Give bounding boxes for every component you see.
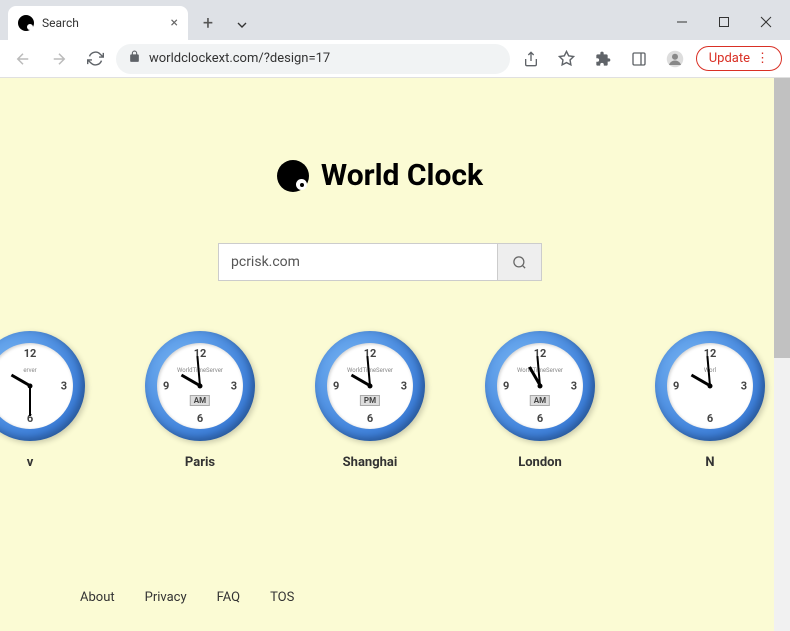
new-tab-button[interactable]: +	[194, 9, 222, 37]
city-label: Paris	[185, 455, 215, 470]
tab-dropdown-icon[interactable]	[222, 10, 262, 40]
minimize-button[interactable]	[662, 7, 702, 37]
close-window-button[interactable]	[746, 7, 786, 37]
clock-numeral: 9	[333, 380, 339, 393]
clock-numeral: 6	[537, 412, 543, 425]
city-label: Shanghai	[343, 455, 398, 470]
extensions-icon[interactable]	[588, 44, 618, 74]
lock-icon	[128, 50, 141, 67]
clock-face: 12 3 6 9 WorldTimeServer AM	[485, 331, 595, 441]
url-text: worldclockext.com/?design=17	[149, 51, 330, 66]
clock-brand: WorldTimeServer	[347, 367, 393, 374]
back-button[interactable]	[8, 44, 38, 74]
reload-button[interactable]	[80, 44, 110, 74]
clock-face: 12 3 6 9 WorldTimeServer PM	[315, 331, 425, 441]
footer-about[interactable]: About	[80, 590, 115, 605]
page-header: World Clock	[0, 78, 760, 193]
tab-favicon-icon	[18, 15, 34, 31]
forward-button[interactable]	[44, 44, 74, 74]
clock-numeral: 3	[571, 380, 577, 393]
footer-links: About Privacy FAQ TOS	[80, 590, 294, 605]
ampm-badge: AM	[190, 395, 210, 406]
clock-numeral: 9	[503, 380, 509, 393]
clock-numeral: 3	[231, 380, 237, 393]
browser-toolbar: worldclockext.com/?design=17 Update ⋮	[0, 40, 790, 78]
clock-center-icon	[708, 384, 713, 389]
search-button[interactable]	[498, 243, 542, 281]
browser-tab[interactable]: Search ×	[8, 6, 188, 40]
footer-tos[interactable]: TOS	[270, 590, 294, 605]
clock-item: 12 3 6 9 WorldTimeServer AM London	[485, 331, 595, 470]
city-label: N	[705, 455, 714, 470]
clock-brand: Worl	[704, 367, 716, 374]
page-content: World Clock 12 3 6 9 erver v	[0, 78, 790, 631]
clock-item: 12 3 6 9 erver v	[0, 331, 85, 470]
clock-face: 12 3 6 9 Worl	[655, 331, 765, 441]
menu-dots-icon[interactable]: ⋮	[756, 51, 769, 66]
city-label: London	[518, 455, 562, 470]
clocks-row: 12 3 6 9 erver v 12 3 6 9 WorldTimeServe…	[0, 331, 760, 470]
search-input[interactable]	[218, 243, 498, 281]
ampm-badge: PM	[360, 395, 380, 406]
clock-numeral: 3	[61, 380, 67, 393]
maximize-button[interactable]	[704, 7, 744, 37]
footer-privacy[interactable]: Privacy	[145, 590, 187, 605]
ampm-badge: AM	[530, 395, 550, 406]
clock-numeral: 3	[401, 380, 407, 393]
clock-item: 12 3 6 9 Worl N	[655, 331, 765, 470]
clock-brand: WorldTimeServer	[177, 367, 223, 374]
minute-hand	[29, 386, 31, 416]
clock-item: 12 3 6 9 WorldTimeServer PM Shanghai	[315, 331, 425, 470]
search-icon	[512, 255, 527, 270]
sidepanel-icon[interactable]	[624, 44, 654, 74]
share-icon[interactable]	[516, 44, 546, 74]
profile-icon[interactable]	[660, 44, 690, 74]
clock-center-icon	[198, 384, 203, 389]
clock-face: 12 3 6 9 erver	[0, 331, 85, 441]
clock-item: 12 3 6 9 WorldTimeServer AM Paris	[145, 331, 255, 470]
scrollbar[interactable]	[774, 78, 790, 631]
clock-center-icon	[538, 384, 543, 389]
update-label: Update	[709, 51, 750, 66]
clock-numeral: 12	[24, 347, 37, 360]
clock-numeral: 3	[741, 380, 747, 393]
bookmark-icon[interactable]	[552, 44, 582, 74]
world-clock-logo-icon	[277, 160, 309, 192]
address-bar[interactable]: worldclockext.com/?design=17	[116, 44, 510, 74]
clock-center-icon	[28, 384, 33, 389]
tab-title: Search	[42, 16, 79, 30]
page-title: World Clock	[321, 158, 483, 193]
clock-brand: WorldTimeServer	[517, 367, 563, 374]
browser-titlebar: Search × +	[0, 0, 790, 40]
clock-face: 12 3 6 9 WorldTimeServer AM	[145, 331, 255, 441]
clock-numeral: 9	[163, 380, 169, 393]
search-form	[0, 243, 760, 281]
update-button[interactable]: Update ⋮	[696, 46, 782, 71]
clock-numeral: 6	[197, 412, 203, 425]
clock-numeral: 9	[673, 380, 679, 393]
clock-center-icon	[368, 384, 373, 389]
clock-numeral: 6	[707, 412, 713, 425]
footer-faq[interactable]: FAQ	[217, 590, 240, 605]
city-label: v	[27, 455, 34, 470]
clock-numeral: 6	[367, 412, 373, 425]
scroll-thumb[interactable]	[774, 78, 790, 358]
clock-brand: erver	[23, 367, 36, 374]
close-tab-icon[interactable]: ×	[171, 15, 178, 31]
